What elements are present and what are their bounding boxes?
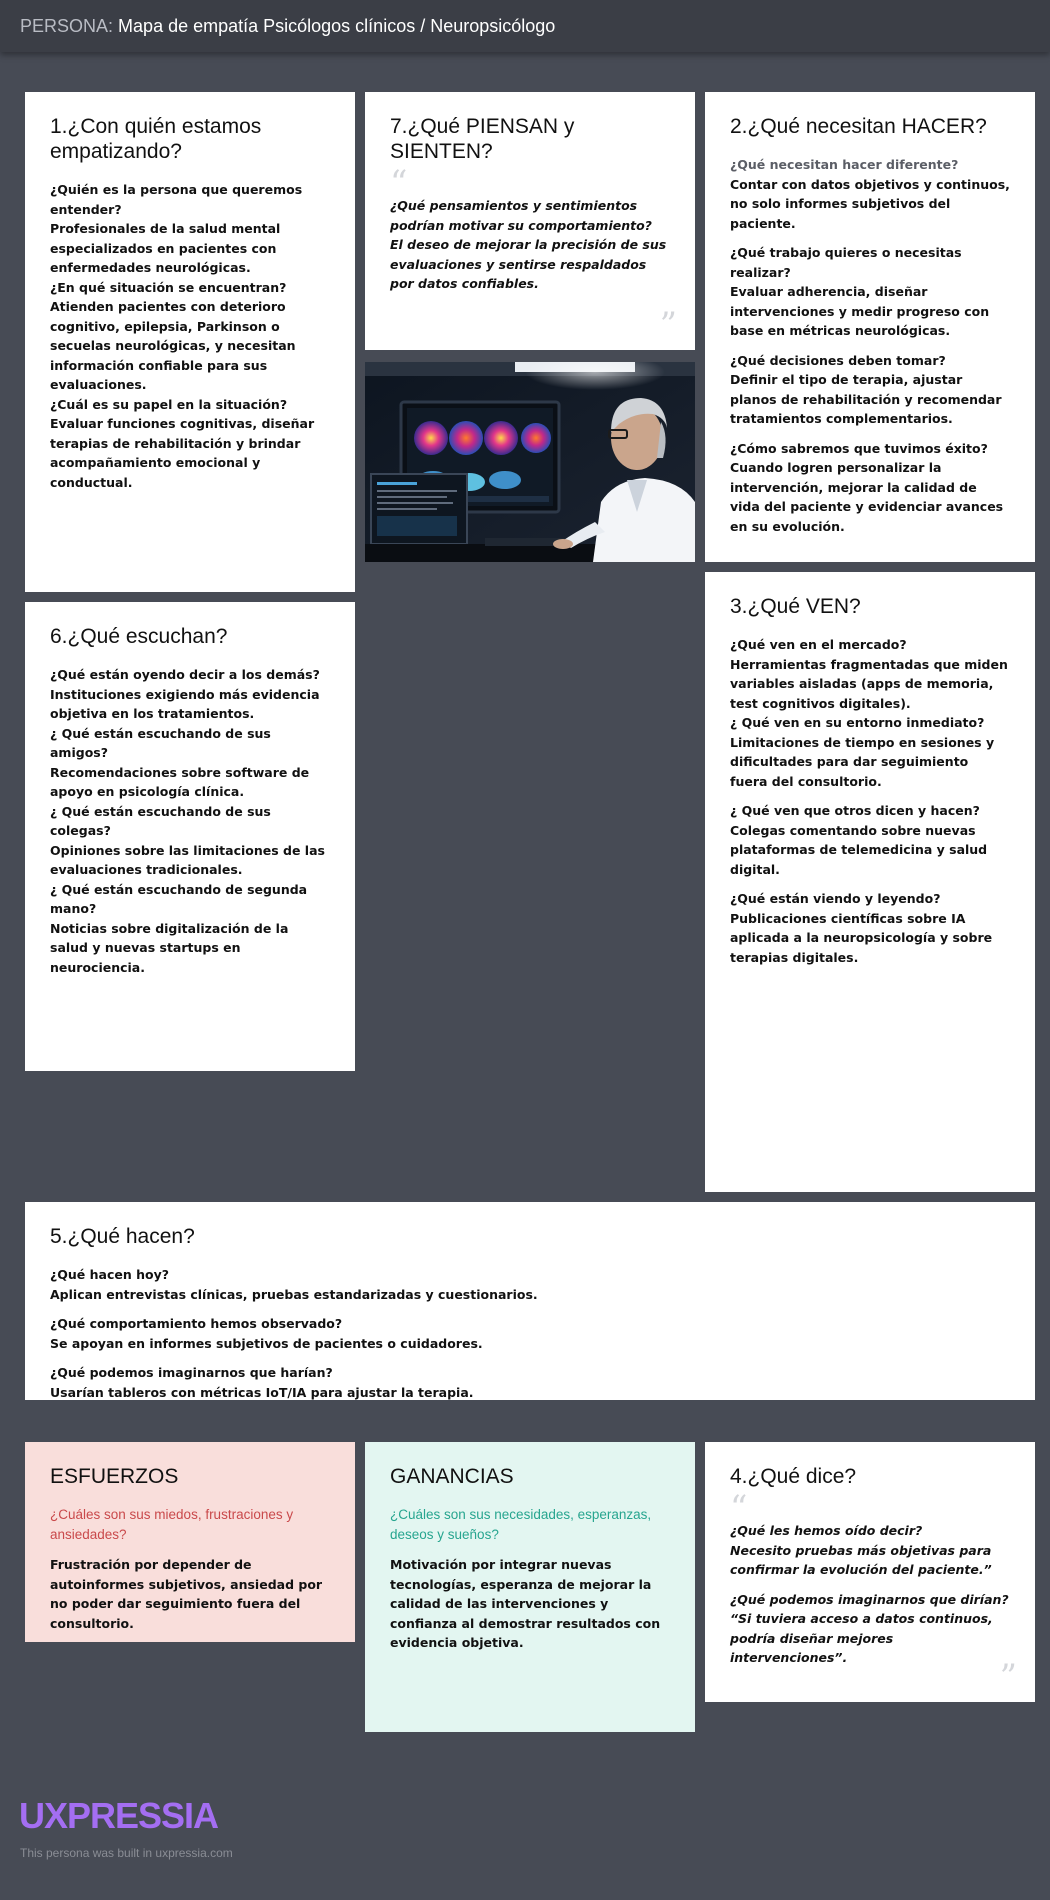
card-title: GANANCIAS (390, 1465, 514, 1488)
card-text: Frustración por depender de autoinformes… (50, 1557, 323, 1631)
card-text: Opiniones sobre las limitaciones de las … (50, 842, 325, 878)
card-see: 3.¿Qué VEN? ¿Qué ven en el mercado? Herr… (705, 572, 1035, 1192)
card-text: ¿ Qué están escuchando de segunda mano? (50, 881, 308, 917)
card-answer: Evaluar adherencia, diseñar intervencion… (730, 284, 990, 339)
card-title: 1.¿Con quién estamos empatizando? (50, 115, 262, 164)
uxpressia-logo[interactable]: UXPRESSIA (19, 1795, 219, 1837)
card-who: 1.¿Con quién estamos empatizando? ¿Quién… (25, 92, 355, 592)
card-question: ¿Qué comportamiento hemos observado? (50, 1316, 343, 1332)
card-text: ¿En qué situación se encuentran? (50, 279, 287, 295)
card-text: ¿ Qué ven en su entorno inmediato? (730, 715, 985, 731)
open-quote-icon: “ (730, 1488, 748, 1529)
card-think-feel: 7.¿Qué PIENSAN y SIENTEN? “ ¿Qué pensami… (365, 92, 695, 350)
card-title: 7.¿Qué PIENSAN y SIENTEN? (390, 115, 575, 164)
card-text: ¿ Qué ven que otros dicen y hacen? (730, 803, 980, 819)
card-text: Limitaciones de tiempo en sesiones y dif… (730, 734, 995, 789)
card-answer: Necesito pruebas más objetivas para conf… (730, 1542, 992, 1578)
footer-note: This persona was built in uxpressia.com (20, 1846, 233, 1860)
card-text: Recomendaciones sobre software de apoyo … (50, 764, 310, 800)
page-title: Mapa de empatía Psicólogos clínicos / Ne… (118, 16, 556, 36)
card-answer: El deseo de mejorar la precisión de sus … (390, 237, 667, 292)
card-text: Instituciones exigiendo más evidencia ob… (50, 686, 320, 722)
card-answer: Contar con datos objetivos y continuos, … (730, 176, 1010, 231)
card-answer: Se apoyan en informes subjetivos de paci… (50, 1335, 483, 1351)
persona-photo (365, 362, 695, 562)
card-text: ¿ Qué están escuchando de sus colegas? (50, 803, 271, 839)
card-question: ¿Cómo sabremos que tuvimos éxito? (730, 440, 988, 456)
card-pains: ESFUERZOS ¿Cuáles son sus miedos, frustr… (25, 1442, 355, 1642)
card-text: Evaluar funciones cognitivas, diseñar te… (50, 416, 315, 490)
card-text: Colegas comentando sobre nuevas platafor… (730, 822, 988, 877)
card-text: Noticias sobre digitalización de la salu… (50, 920, 289, 975)
card-question: ¿Qué les hemos oído decir? (730, 1523, 923, 1539)
card-title: 6.¿Qué escuchan? (50, 625, 228, 648)
card-question: ¿Qué podemos imaginarnos que dirían? (730, 1591, 1009, 1607)
card-answer: Aplican entrevistas clínicas, pruebas es… (50, 1286, 538, 1302)
card-text: Herramientas fragmentadas que miden vari… (730, 656, 1008, 711)
card-text: Profesionales de la salud mental especia… (50, 221, 281, 276)
card-question: ¿Qué necesitan hacer diferente? (730, 157, 959, 173)
card-text: Atienden pacientes con deterioro cogniti… (50, 299, 296, 393)
close-quote-icon: ” (999, 1657, 1017, 1697)
close-quote-icon: ” (659, 305, 677, 345)
card-prompt: ¿Cuáles son sus necesidades, esperanzas,… (390, 1507, 652, 1543)
card-text: ¿Quién es la persona que queremos entend… (50, 182, 303, 217)
card-question: ¿Qué hacen hoy? (50, 1267, 169, 1283)
card-gains: GANANCIAS ¿Cuáles son sus necesidades, e… (365, 1442, 695, 1732)
card-title: 4.¿Qué dice? (730, 1465, 857, 1488)
card-title: ESFUERZOS (50, 1465, 179, 1488)
card-text: ¿Cuál es su papel en la situación? (50, 396, 288, 412)
card-prompt: ¿Cuáles son sus miedos, frustraciones y … (50, 1507, 294, 1543)
card-answer: Usarían tableros con métricas IoT/IA par… (50, 1384, 474, 1400)
card-title: 5.¿Qué hacen? (50, 1225, 195, 1248)
card-do: 5.¿Qué hacen? ¿Qué hacen hoy? Aplican en… (25, 1202, 1035, 1400)
card-question: ¿Qué decisiones deben tomar? (730, 352, 946, 368)
card-question: ¿Qué podemos imaginarnos que harían? (50, 1365, 333, 1381)
card-text: Publicaciones científicas sobre IA aplic… (730, 910, 993, 965)
card-say: 4.¿Qué dice? “ ¿Qué les hemos oído decir… (705, 1442, 1035, 1702)
card-title: 3.¿Qué VEN? (730, 595, 861, 618)
card-answer: Cuando logren personalizar la intervenci… (730, 460, 1004, 534)
top-bar: PERSONA: Mapa de empatía Psicólogos clín… (0, 0, 1050, 52)
card-text: ¿Qué están viendo y leyendo? (730, 891, 941, 907)
card-text: ¿ Qué están escuchando de sus amigos? (50, 725, 271, 761)
card-hear: 6.¿Qué escuchan? ¿Qué están oyendo decir… (25, 602, 355, 1071)
card-text: ¿Qué están oyendo decir a los demás? (50, 667, 320, 683)
card-text: Motivación por integrar nuevas tecnologí… (390, 1557, 661, 1651)
card-question: ¿Qué pensamientos y sentimientos podrían… (390, 198, 652, 233)
persona-prefix: PERSONA: (20, 16, 114, 36)
open-quote-icon: “ (390, 163, 408, 204)
card-answer: “Si tuviera acceso a datos continuos, po… (730, 1611, 993, 1666)
card-text: ¿Qué ven en el mercado? (730, 637, 907, 653)
card-answer: Definir el tipo de terapia, ajustar plan… (730, 372, 1002, 427)
card-question: ¿Qué trabajo quieres o necesitas realiza… (730, 245, 962, 280)
card-need-do: 2.¿Qué necesitan HACER? ¿Qué necesitan h… (705, 92, 1035, 562)
card-title: 2.¿Qué necesitan HACER? (730, 115, 987, 138)
